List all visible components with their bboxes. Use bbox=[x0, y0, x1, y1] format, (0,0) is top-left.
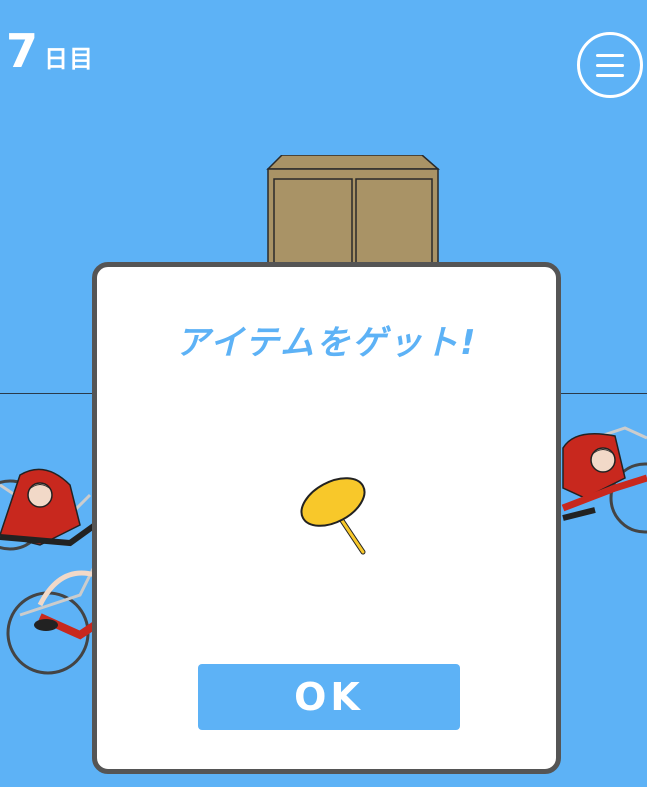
hamburger-icon bbox=[596, 63, 624, 67]
hamburger-icon bbox=[596, 73, 624, 77]
ok-button[interactable]: OK bbox=[198, 664, 460, 730]
day-unit: 日目 bbox=[44, 45, 95, 73]
thumbtack-icon bbox=[300, 477, 366, 555]
menu-button[interactable] bbox=[577, 32, 643, 98]
day-counter: 7 日目 bbox=[6, 28, 94, 74]
hamburger-icon bbox=[596, 53, 624, 57]
cabinet[interactable] bbox=[266, 155, 442, 267]
cyclist-left-lower[interactable] bbox=[0, 555, 100, 675]
cyclist-right[interactable] bbox=[555, 418, 647, 538]
dialog-title: アイテムをゲット! bbox=[175, 323, 478, 363]
item-get-dialog: アイテムをゲット! OK bbox=[92, 262, 561, 774]
day-number: 7 bbox=[6, 24, 39, 78]
